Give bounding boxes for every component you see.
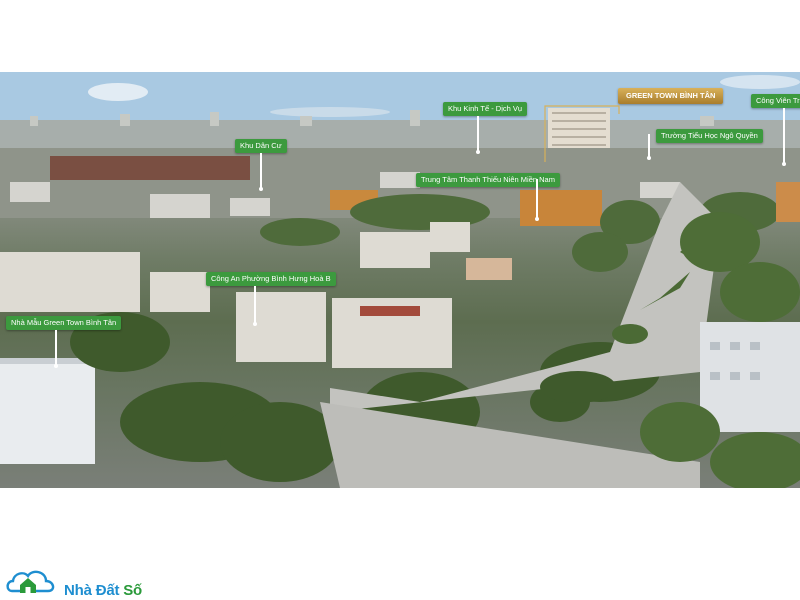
- callout-dot: [53, 364, 58, 368]
- callout-label: Trường Tiểu Học Ngô Quyền: [656, 129, 763, 143]
- callout-stem: [648, 134, 650, 158]
- logo-name-accent: Số: [123, 582, 143, 599]
- callout-stem: [260, 153, 262, 189]
- callout-label: Khu Kinh Tế - Dịch Vụ: [443, 102, 528, 116]
- callout-label: Khu Dân Cư: [235, 139, 287, 153]
- callout-stem: [477, 116, 479, 152]
- callout-stem: [55, 330, 57, 366]
- callout-dot: [475, 150, 480, 154]
- house-cloud-icon: [6, 570, 55, 593]
- callout-dot: [534, 217, 539, 221]
- callout-stem: [536, 179, 538, 219]
- green-town-binh-tan-tag: GREEN TOWN BÌNH TÂN: [618, 88, 724, 104]
- callout-stem: [254, 286, 256, 324]
- callout-stem: [783, 108, 785, 164]
- callout-label: Trung Tâm Thanh Thiếu Niên Miền Nam: [416, 173, 560, 187]
- logo-name-main: Nhà Đất: [64, 582, 124, 599]
- callout-dot: [258, 187, 263, 191]
- callout-label: Công Viên Trung: [751, 94, 800, 108]
- callout-label: Nhà Mẫu Green Town Bình Tân: [6, 316, 122, 330]
- callout-label: Công An Phường Bình Hưng Hoà B: [206, 272, 336, 286]
- project-highlight-bracket: [544, 105, 620, 162]
- callout-dot: [781, 162, 786, 166]
- aerial-city-photo: Khu Kinh Tế - Dịch Vụ Khu Dân Cư Trường …: [0, 72, 800, 488]
- callout-dot: [646, 156, 651, 160]
- callout-dot: [252, 322, 257, 326]
- logo-wordmark: Nhà Đất Số: [64, 582, 142, 599]
